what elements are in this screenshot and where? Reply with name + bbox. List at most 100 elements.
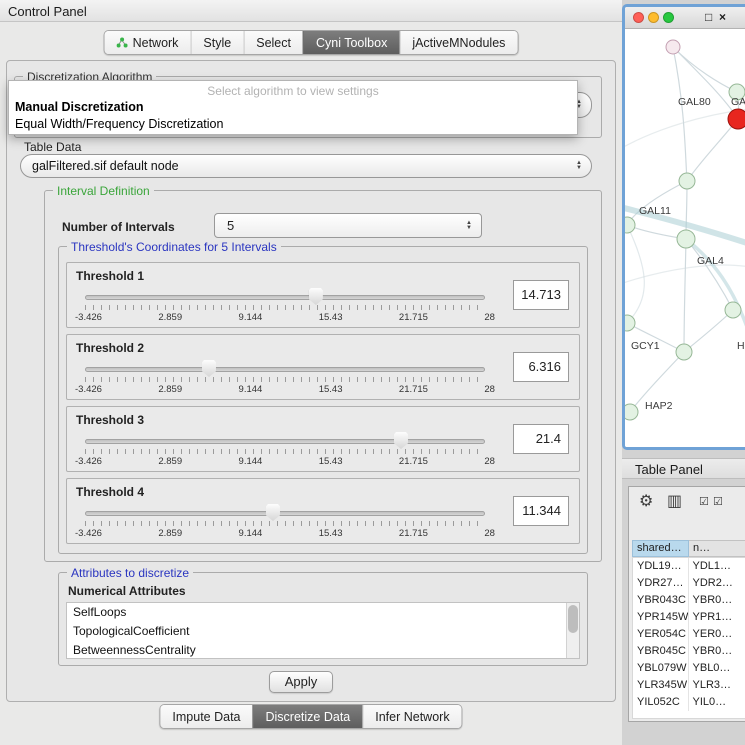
cell[interactable]: YBR045C [633,643,689,660]
cell[interactable]: YBL079W [633,660,689,677]
slider-track[interactable] [85,295,485,300]
threshold-1-slider[interactable]: -3.426 2.859 9.144 15.43 21.715 28 [85,291,485,325]
cell[interactable]: YBR0… [689,643,745,660]
threshold-4-slider[interactable]: -3.426 2.859 9.144 15.43 21.715 28 [85,507,485,541]
slider-scale: -3.426 2.859 9.144 15.43 21.715 28 [75,456,495,467]
table-data-combo[interactable]: galFiltered.sif default node ▲ ▼ [20,154,592,178]
threshold-2-slider[interactable]: -3.426 2.859 9.144 15.43 21.715 28 [85,363,485,397]
dropdown-option-equal-width-frequency[interactable]: Equal Width/Frequency Discretization [9,116,577,133]
arrow-down-icon[interactable]: ▼ [466,226,472,231]
slider-track[interactable] [85,367,485,372]
tab-cyni-toolbox[interactable]: Cyni Toolbox [303,31,399,54]
threshold-1-value-field[interactable]: 14.713 [513,280,569,310]
table-data-label: Table Data [24,140,81,154]
network-canvas[interactable]: GAL80 GA GAL11 GAL4 GCY1 H HAP2 [625,29,745,447]
top-tabbar: Network Style Select Cyni Toolbox jActiv… [104,30,519,55]
network-node[interactable] [676,344,692,360]
arrow-down-icon: ▼ [576,166,582,171]
network-window-titlebar[interactable]: □ × [625,7,745,29]
table-row[interactable]: YBL079W YBL0… [633,660,745,677]
network-node[interactable] [625,315,635,331]
cell[interactable]: YIL0… [689,694,745,711]
slider-track[interactable] [85,439,485,444]
columns-icon[interactable]: ▥ [667,491,682,511]
table-row[interactable]: YIL052C YIL0… [633,694,745,711]
threshold-3-slider[interactable]: -3.426 2.859 9.144 15.43 21.715 28 [85,435,485,469]
cell[interactable]: YPR1… [689,609,745,626]
cell[interactable]: YLR345W [633,677,689,694]
threshold-3-value-field[interactable]: 21.4 [513,424,569,454]
network-node[interactable] [725,302,741,318]
list-scrollbar[interactable] [566,603,579,658]
group-title: Threshold's Coordinates for 5 Intervals [67,241,281,253]
threshold-label: Threshold 1 [76,269,144,283]
slider-thumb[interactable] [309,288,323,305]
cell[interactable]: YDL1… [689,558,745,575]
cell[interactable]: YDR2… [689,575,745,592]
list-item[interactable]: TopologicalCoefficient [67,622,579,641]
scale-label: 9.144 [239,312,263,323]
table-row[interactable]: YDL19… YDL1… [633,558,745,575]
table-row[interactable]: YBR043C YBR0… [633,592,745,609]
network-node-selected[interactable] [728,109,745,129]
list-item[interactable]: BetweennessCentrality [67,641,579,659]
numerical-attributes-list[interactable]: SelfLoops TopologicalCoefficient Between… [66,602,580,659]
minimize-traffic-light[interactable] [648,12,659,23]
slider-thumb[interactable] [266,504,280,521]
scale-label: 21.715 [399,456,428,467]
gear-icon[interactable]: ⚙ [639,491,653,511]
tab-jactivemnodules[interactable]: jActiveMNodules [399,31,517,54]
network-node[interactable] [666,40,680,54]
cell[interactable]: YBL0… [689,660,745,677]
slider-track[interactable] [85,511,485,516]
select-all-checkbox-icon[interactable]: ☑ [699,495,709,508]
close-window-icon[interactable]: × [719,10,726,24]
cell[interactable]: YDR27… [633,575,689,592]
tab-network[interactable]: Network [105,31,191,54]
network-node[interactable] [679,173,695,189]
cell[interactable]: YBR0… [689,592,745,609]
scrollbar-thumb[interactable] [568,605,578,633]
cell[interactable]: YIL052C [633,694,689,711]
cell[interactable]: YDL19… [633,558,689,575]
dropdown-option-manual-discretization[interactable]: Manual Discretization [9,99,577,116]
table-row[interactable]: YER054C YER0… [633,626,745,643]
group-title: Interval Definition [53,185,154,197]
table-row[interactable]: YPR145W YPR1… [633,609,745,626]
apply-button[interactable]: Apply [269,671,333,693]
threshold-panel-4: Threshold 4 -3.426 2.859 9.144 15.43 21.… [66,478,580,544]
slider-thumb[interactable] [394,432,408,449]
list-item[interactable]: SelfLoops [67,603,579,622]
tab-style[interactable]: Style [190,31,243,54]
column-header-name[interactable]: n… [689,540,745,557]
table-row[interactable]: YBR045C YBR0… [633,643,745,660]
cell[interactable]: YER054C [633,626,689,643]
zoom-traffic-light[interactable] [663,12,674,23]
threshold-2-value-field[interactable]: 6.316 [513,352,569,382]
tab-impute-data[interactable]: Impute Data [160,705,252,728]
table-panel-window: ⚙ ▥ ☑ ☑ shared… n… YDL19… YDL1… YDR27… Y… [628,486,745,722]
tab-infer-network[interactable]: Infer Network [362,705,461,728]
cell[interactable]: YLR3… [689,677,745,694]
close-traffic-light[interactable] [633,12,644,23]
numerical-attributes-label: Numerical Attributes [68,584,186,598]
dropdown-placeholder: Select algorithm to view settings [9,83,577,99]
table-row[interactable]: YDR27… YDR2… [633,575,745,592]
cell[interactable]: YBR043C [633,592,689,609]
select-none-checkbox-icon[interactable]: ☑ [713,495,723,508]
network-node[interactable] [625,217,635,233]
threshold-4-value-field[interactable]: 11.344 [513,496,569,526]
number-of-intervals-spinner[interactable]: 5 ▲ ▼ [214,213,482,238]
tab-discretize-data[interactable]: Discretize Data [253,705,363,728]
table-row[interactable]: YLR345W YLR3… [633,677,745,694]
spinner-arrows-icon[interactable]: ▲ ▼ [466,221,481,231]
slider-thumb[interactable] [202,360,216,377]
float-window-icon[interactable]: □ [705,10,712,24]
network-node[interactable] [677,230,695,248]
tab-select[interactable]: Select [243,31,303,54]
table-panel-title: Table Panel [635,462,703,477]
cell[interactable]: YPR145W [633,609,689,626]
cell[interactable]: YER0… [689,626,745,643]
column-header-shared-name[interactable]: shared… [632,540,689,557]
network-node[interactable] [625,404,638,420]
